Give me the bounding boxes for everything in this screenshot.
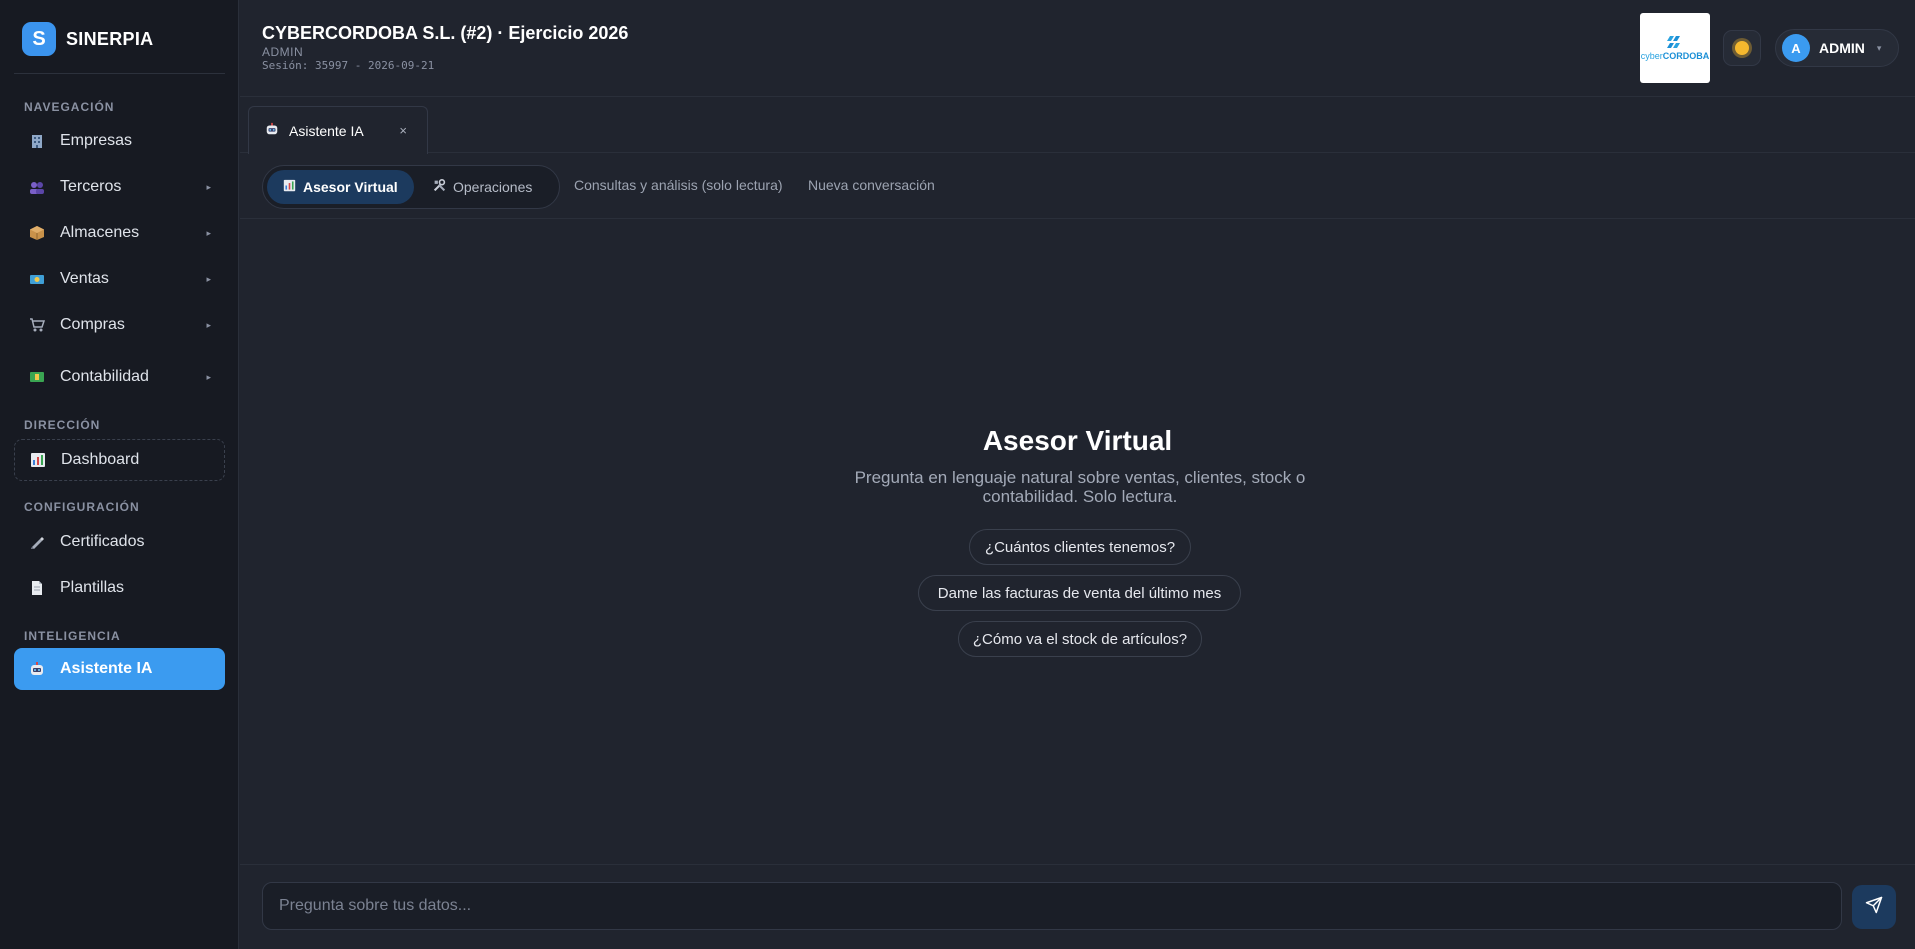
sidebar-item-almacenes[interactable]: Almacenes ▸: [14, 212, 225, 254]
logo-mark-icon: [1664, 35, 1686, 51]
document-icon: [28, 579, 46, 597]
sidebar-item-label: Plantillas: [60, 579, 125, 596]
sidebar-item-label: Contabilidad: [60, 368, 149, 385]
chevron-right-icon: ▸: [206, 273, 211, 284]
tools-icon: [433, 179, 446, 195]
sidebar-item-compras[interactable]: Compras ▸: [14, 304, 225, 346]
sun-icon: [1735, 41, 1749, 55]
session-info: Sesión: 35997 - 2026-09-21: [262, 59, 435, 72]
mode-description: Consultas y análisis (solo lectura): [574, 177, 783, 193]
sidebar-item-label: Terceros: [60, 178, 122, 195]
send-icon: [1865, 896, 1883, 919]
segment-label: Asesor Virtual: [303, 179, 398, 195]
bar-chart-icon: [29, 451, 47, 469]
sidebar-item-dashboard[interactable]: Dashboard: [14, 439, 225, 481]
brand[interactable]: S SINERPIA: [22, 22, 153, 56]
section-label-intelligence: INTELIGENCIA: [24, 629, 121, 643]
theme-toggle-button[interactable]: [1723, 30, 1761, 66]
chevron-right-icon: ▸: [206, 319, 211, 330]
mode-segmented-control: Asesor Virtual Operaciones: [262, 165, 560, 209]
sidebar-item-label: Compras: [60, 316, 125, 333]
sidebar: S SINERPIA NAVEGACIÓN Empresas Terceros …: [0, 0, 239, 949]
brand-logo: S: [22, 22, 56, 56]
user-menu-button[interactable]: A ADMIN ▾: [1775, 29, 1899, 67]
money-icon: [28, 270, 46, 288]
company-logo: cyberCORDOBA: [1640, 13, 1710, 83]
sidebar-item-label: Asistente IA: [60, 660, 153, 677]
segment-operaciones[interactable]: Operaciones: [417, 170, 548, 204]
user-role: ADMIN: [262, 45, 304, 59]
section-label-navigation: NAVEGACIÓN: [24, 100, 115, 114]
sidebar-item-certificados[interactable]: Certificados: [14, 521, 225, 563]
cart-icon: [28, 316, 46, 334]
chat-composer: [240, 864, 1915, 949]
bar-chart-icon: [283, 179, 296, 195]
chevron-right-icon: ▸: [206, 371, 211, 382]
suggestion-chip[interactable]: ¿Cuántos clientes tenemos?: [969, 529, 1191, 565]
section-label-direction: DIRECCIÓN: [24, 418, 101, 432]
empty-state-description: Pregunta en lenguaje natural sobre venta…: [854, 468, 1306, 506]
sidebar-item-empresas[interactable]: Empresas: [14, 120, 225, 162]
close-icon[interactable]: ×: [399, 123, 407, 138]
chat-input[interactable]: [262, 882, 1842, 930]
sidebar-item-plantillas[interactable]: Plantillas: [14, 567, 225, 609]
sidebar-item-label: Empresas: [60, 132, 133, 149]
segment-asesor-virtual[interactable]: Asesor Virtual: [267, 170, 414, 204]
company-title: CYBERCORDOBA S.L. (#2) · Ejercicio 2026: [262, 23, 629, 43]
sidebar-item-contabilidad[interactable]: Contabilidad ▸: [14, 356, 225, 398]
tab-bar: Asistente IA ×: [240, 98, 1915, 154]
sidebar-item-label: Ventas: [60, 270, 109, 287]
chevron-right-icon: ▸: [206, 227, 211, 238]
section-label-configuration: CONFIGURACIÓN: [24, 500, 140, 514]
tab-label: Asistente IA: [289, 122, 364, 139]
send-button[interactable]: [1852, 885, 1896, 929]
brand-name: SINERPIA: [66, 28, 154, 49]
sidebar-item-label: Almacenes: [60, 224, 140, 241]
user-name: ADMIN: [1819, 40, 1865, 56]
sidebar-item-label: Dashboard: [61, 451, 140, 468]
chevron-right-icon: ▸: [206, 181, 211, 192]
top-header: CYBERCORDOBA S.L. (#2) · Ejercicio 2026 …: [240, 0, 1915, 97]
pen-icon: [28, 533, 46, 551]
building-icon: [28, 132, 46, 150]
segment-label: Operaciones: [453, 179, 533, 195]
new-conversation-link[interactable]: Nueva conversación: [808, 177, 935, 193]
sidebar-item-asistente-ia[interactable]: Asistente IA: [14, 648, 225, 690]
sidebar-item-label: Certificados: [60, 533, 145, 550]
divider: [14, 73, 225, 74]
robot-icon: [28, 660, 46, 678]
suggestion-chip[interactable]: ¿Cómo va el stock de artículos?: [958, 621, 1202, 657]
logo-wordmark: cyberCORDOBA: [1640, 50, 1710, 61]
tab-asistente-ia[interactable]: Asistente IA ×: [248, 106, 428, 154]
suggestion-chip[interactable]: Dame las facturas de venta del último me…: [918, 575, 1241, 611]
empty-state-title: Asesor Virtual: [982, 425, 1173, 456]
package-icon: [28, 224, 46, 242]
ledger-icon: [28, 368, 46, 386]
robot-icon: [265, 122, 279, 139]
chevron-down-icon: ▾: [1876, 42, 1882, 53]
sidebar-item-ventas[interactable]: Ventas ▸: [14, 258, 225, 300]
sidebar-item-terceros[interactable]: Terceros ▸: [14, 166, 225, 208]
people-icon: [28, 178, 46, 196]
sub-navigation: Asesor Virtual Operaciones Consultas y a…: [240, 153, 1915, 219]
avatar: A: [1782, 34, 1810, 62]
